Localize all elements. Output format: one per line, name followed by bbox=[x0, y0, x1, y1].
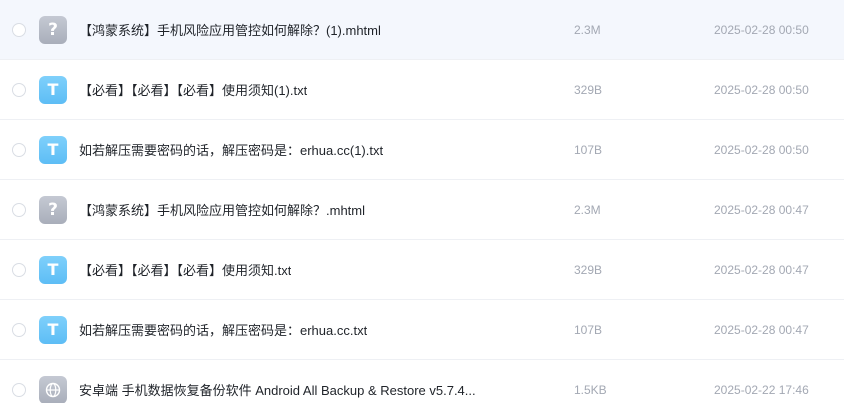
file-list: ? 【鸿蒙系统】手机风险应用管控如何解除？(1).mhtml 2.3M 2025… bbox=[0, 0, 844, 403]
file-date: 2025-02-28 00:47 bbox=[714, 322, 809, 337]
txt-file-icon: T bbox=[39, 135, 67, 164]
file-name[interactable]: 【鸿蒙系统】手机风险应用管控如何解除？.mhtml bbox=[79, 200, 365, 219]
file-name[interactable]: 【必看】【必看】【必看】使用须知(1).txt bbox=[79, 80, 307, 99]
file-size: 329B bbox=[574, 82, 603, 97]
file-date: 2025-02-28 00:47 bbox=[714, 202, 809, 217]
file-size: 1.5KB bbox=[574, 382, 607, 397]
file-row[interactable]: ? 【鸿蒙系统】手机风险应用管控如何解除？(1).mhtml 2.3M 2025… bbox=[0, 0, 844, 60]
file-name[interactable]: 【鸿蒙系统】手机风险应用管控如何解除？(1).mhtml bbox=[79, 20, 381, 39]
file-row[interactable]: 安卓端 手机数据恢复备份软件 Android All Backup & Rest… bbox=[0, 360, 844, 403]
file-row[interactable]: T 【必看】【必看】【必看】使用须知.txt 329B 2025-02-28 0… bbox=[0, 240, 844, 300]
file-date: 2025-02-28 00:47 bbox=[714, 262, 809, 277]
web-file-icon bbox=[39, 375, 67, 403]
file-name[interactable]: 【必看】【必看】【必看】使用须知.txt bbox=[79, 260, 291, 279]
row-checkbox[interactable] bbox=[12, 22, 26, 37]
file-size: 107B bbox=[574, 322, 603, 337]
txt-file-icon: T bbox=[39, 75, 67, 104]
unknown-file-icon: ? bbox=[39, 15, 67, 44]
file-size: 107B bbox=[574, 142, 603, 157]
file-name[interactable]: 如若解压需要密码的话，解压密码是：erhua.cc(1).txt bbox=[79, 140, 383, 159]
file-row[interactable]: T 【必看】【必看】【必看】使用须知(1).txt 329B 2025-02-2… bbox=[0, 60, 844, 120]
txt-file-icon: T bbox=[39, 255, 67, 284]
file-size: 2.3M bbox=[574, 202, 601, 217]
file-name[interactable]: 如若解压需要密码的话，解压密码是：erhua.cc.txt bbox=[79, 320, 367, 339]
row-checkbox[interactable] bbox=[12, 322, 26, 337]
file-date: 2025-02-28 00:50 bbox=[714, 82, 809, 97]
row-checkbox[interactable] bbox=[12, 202, 26, 217]
file-row[interactable]: ? 【鸿蒙系统】手机风险应用管控如何解除？.mhtml 2.3M 2025-02… bbox=[0, 180, 844, 240]
row-checkbox[interactable] bbox=[12, 382, 26, 397]
file-row[interactable]: T 如若解压需要密码的话，解压密码是：erhua.cc.txt 107B 202… bbox=[0, 300, 844, 360]
globe-icon bbox=[45, 382, 61, 397]
file-row[interactable]: T 如若解压需要密码的话，解压密码是：erhua.cc(1).txt 107B … bbox=[0, 120, 844, 180]
unknown-file-icon: ? bbox=[39, 195, 67, 224]
row-checkbox[interactable] bbox=[12, 142, 26, 157]
row-checkbox[interactable] bbox=[12, 82, 26, 97]
file-date: 2025-02-22 17:46 bbox=[714, 382, 809, 397]
txt-file-icon: T bbox=[39, 315, 67, 344]
file-date: 2025-02-28 00:50 bbox=[714, 142, 809, 157]
file-size: 329B bbox=[574, 262, 603, 277]
row-checkbox[interactable] bbox=[12, 262, 26, 277]
file-size: 2.3M bbox=[574, 22, 601, 37]
file-date: 2025-02-28 00:50 bbox=[714, 22, 809, 37]
file-name[interactable]: 安卓端 手机数据恢复备份软件 Android All Backup & Rest… bbox=[79, 380, 476, 399]
